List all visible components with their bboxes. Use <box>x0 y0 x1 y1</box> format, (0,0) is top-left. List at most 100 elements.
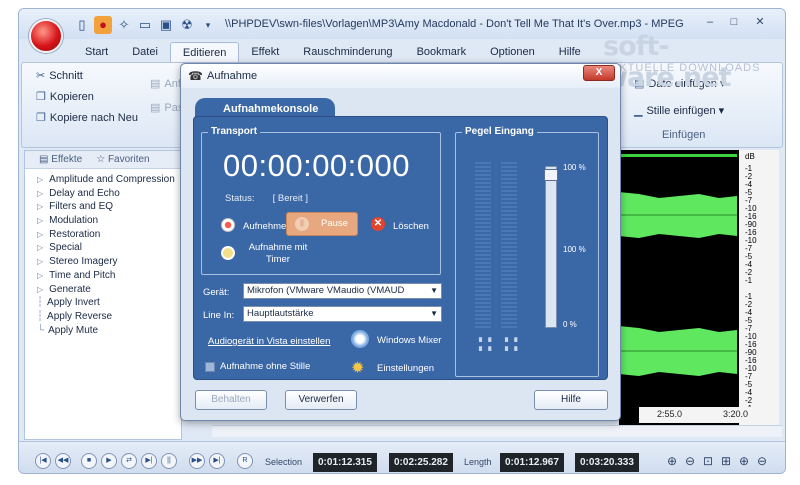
tree-item[interactable]: ▷ Restoration <box>37 228 181 242</box>
tree-item[interactable]: ┆ Apply Invert <box>37 296 181 310</box>
zoom-selection-icon[interactable]: ⊞ <box>721 454 731 468</box>
pause-button[interactable]: || <box>161 453 177 469</box>
tree-item[interactable]: ▷ Generate <box>37 283 181 297</box>
line-in-select[interactable]: Hauptlautstärke ▼ <box>243 306 442 322</box>
insert-silence-icon: ▁ <box>634 105 643 117</box>
paste-icon: ▤ <box>150 78 161 90</box>
minimize-button[interactable]: – <box>699 14 721 30</box>
settings-gear-icon[interactable]: ✹ <box>351 358 364 378</box>
waveform-channel-right <box>619 326 737 376</box>
effects-tree: ▷ Amplitude and Compression ▷ Delay and Ec… <box>25 169 181 337</box>
delete-label[interactable]: Löschen <box>393 221 429 232</box>
pause-button[interactable]: || Pause <box>286 212 358 236</box>
db-unit: dB <box>745 152 755 161</box>
record-button[interactable]: R <box>237 453 253 469</box>
length-value-a: 0:01:12.967 <box>500 453 564 472</box>
hazard-icon[interactable]: ☢ <box>178 16 196 34</box>
tree-item[interactable]: └ Apply Mute <box>37 324 181 338</box>
input-level-slider-knob[interactable] <box>544 169 558 181</box>
zoom-in-icon[interactable]: ⊕ <box>667 454 677 468</box>
tab-editieren[interactable]: Editieren <box>169 42 240 62</box>
tree-item[interactable]: ┆ Apply Reverse <box>37 310 181 324</box>
tree-item[interactable]: ▷ Delay and Echo <box>37 187 181 201</box>
tab-optionen[interactable]: Optionen <box>478 42 547 62</box>
tab-datei[interactable]: Datei <box>120 42 170 62</box>
phone-icon: ☎ <box>188 69 203 83</box>
record-dot-icon[interactable] <box>221 218 235 232</box>
qat-dropdown-icon[interactable]: ▾ <box>199 16 217 34</box>
timeline-mark: 2:55.0 <box>657 409 683 419</box>
stop-button[interactable]: ■ <box>81 453 97 469</box>
zoom-vertical-in-icon[interactable]: ⊕ <box>739 454 749 468</box>
copy-new-icon: ❐ <box>36 112 46 124</box>
copy-button[interactable]: ❐ Kopieren <box>36 90 94 103</box>
insert-silence-button[interactable]: ▁ Stille einfügen ▾ <box>634 104 724 117</box>
vista-audio-settings-link[interactable]: Audiogerät in Vista einstellen <box>208 336 330 347</box>
cut-button[interactable]: ✂ Schnitt <box>36 69 83 82</box>
play-button[interactable]: ▶ <box>101 453 117 469</box>
record-without-silence-checkbox[interactable] <box>205 362 215 372</box>
go-to-start-button[interactable]: |◀ <box>35 453 51 469</box>
level-tick: 100 % <box>563 163 586 172</box>
zoom-full-icon[interactable]: ⊡ <box>703 454 713 468</box>
go-to-end-button[interactable]: ▶| <box>209 453 225 469</box>
record-label[interactable]: Aufnehmen <box>243 221 292 232</box>
help-button[interactable]: Hilfe <box>534 390 608 410</box>
copy-to-new-button[interactable]: ❐ Kopiere nach Neu <box>36 111 138 124</box>
tree-item[interactable]: ▷ Filters and EQ <box>37 200 181 214</box>
timeline-mark: 3:20.0 <box>723 409 749 419</box>
waveform-channel-left <box>619 154 737 238</box>
zoom-out-icon[interactable]: ⊖ <box>685 454 695 468</box>
tree-item[interactable]: ▷ Time and Pitch <box>37 269 181 283</box>
tree-item[interactable]: ▷ Amplitude and Compression <box>37 173 181 187</box>
line-in-label: Line In: <box>203 310 235 321</box>
tab-hilfe[interactable]: Hilfe <box>547 42 593 62</box>
wand-icon[interactable]: ✧ <box>115 16 133 34</box>
rewind-button[interactable]: ◀◀ <box>55 453 71 469</box>
length-label: Length <box>464 457 492 467</box>
app-orb-button[interactable] <box>29 19 63 53</box>
close-window-button[interactable]: ✕ <box>749 14 771 30</box>
discard-button[interactable]: Verwerfen <box>285 390 357 410</box>
paste-button-a[interactable]: ▤ Anf <box>150 77 181 90</box>
tab-bookmark[interactable]: Bookmark <box>405 42 479 62</box>
waveform-view[interactable]: dB -1 -2 -4 -5 -7 -10 -16 -90 -16 -10 -7… <box>619 150 779 426</box>
effects-panel-tabs: ▤ Effekte ☆ Favoriten <box>25 151 181 169</box>
record-with-timer-label[interactable]: Aufnahme mit Timer <box>243 242 313 266</box>
expand-arrow-icon: ▷ <box>37 284 44 294</box>
tree-item[interactable]: ▷ Special <box>37 241 181 255</box>
tree-item[interactable]: ▷ Stereo Imagery <box>37 255 181 269</box>
save-icon[interactable]: ▣ <box>157 16 175 34</box>
fast-forward-button[interactable]: ▶▶ <box>189 453 205 469</box>
tab-rauschminderung[interactable]: Rauschminderung <box>291 42 404 62</box>
transport-section-label: Transport <box>208 126 261 137</box>
tree-item[interactable]: ▷ Modulation <box>37 214 181 228</box>
tab-favoriten[interactable]: ☆ Favoriten <box>96 151 149 168</box>
input-level-slider[interactable] <box>544 166 558 328</box>
open-folder-icon[interactable]: ▭ <box>136 16 154 34</box>
paste-icon: ▤ <box>150 102 161 114</box>
maximize-button[interactable]: □ <box>723 14 745 30</box>
tab-start[interactable]: Start <box>73 42 120 62</box>
play-selection-button[interactable]: ▶| <box>141 453 157 469</box>
menu-tabs: Start Datei Editieren Effekt Rauschminde… <box>73 42 593 62</box>
dialog-close-button[interactable]: X <box>583 65 615 81</box>
new-document-icon[interactable]: ▯ <box>73 16 91 34</box>
tab-effekt[interactable]: Effekt <box>239 42 291 62</box>
settings-label[interactable]: Einstellungen <box>377 363 434 374</box>
meter-indicator-icon: ▘▝ ▘▝ <box>479 338 492 356</box>
device-select[interactable]: Mikrofon (VMware VMaudio (VMAUD ▼ <box>243 283 442 299</box>
horizontal-scrollbar[interactable] <box>212 425 782 437</box>
tab-effekte[interactable]: ▤ Effekte <box>39 151 82 168</box>
loop-button[interactable]: ⇄ <box>121 453 137 469</box>
record-without-silence-label[interactable]: Aufnahme ohne Stille <box>220 361 310 372</box>
windows-mixer-icon[interactable] <box>351 330 369 348</box>
keep-button[interactable]: Behalten <box>195 390 267 410</box>
quick-access-toolbar: ▯ ● ✧ ▭ ▣ ☢ ▾ <box>73 16 217 34</box>
zoom-vertical-out-icon[interactable]: ⊖ <box>757 454 767 468</box>
windows-mixer-label[interactable]: Windows Mixer <box>377 335 441 346</box>
meter-indicator-icon: ▘▝ ▘▝ <box>505 338 518 356</box>
timer-clock-icon[interactable] <box>221 246 235 260</box>
delete-icon[interactable]: ✕ <box>371 217 385 231</box>
record-icon[interactable]: ● <box>94 16 112 34</box>
